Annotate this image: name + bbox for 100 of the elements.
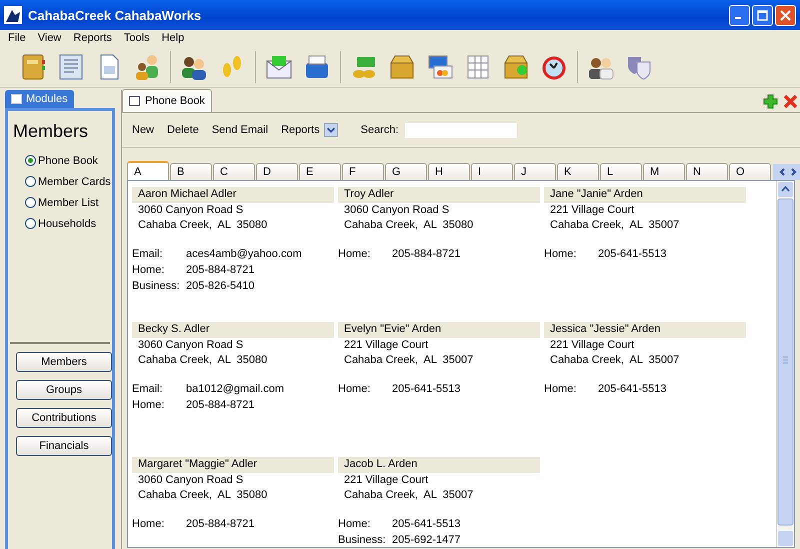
contact-name: Evelyn "Evie" Arden [338,322,540,338]
menu-item[interactable]: Tools [118,32,156,44]
field-value: 205-641-5513 [598,382,668,396]
field-value: 205-641-5513 [598,247,668,261]
module-button[interactable]: Financials [16,436,112,456]
field-label: Home: [338,517,372,531]
address-line: Cahaba Creek, AL 35007 [550,218,680,233]
letter-tab[interactable]: O [729,163,771,180]
field-label: Email: [132,382,164,396]
field-label: Home: [338,247,372,261]
add-icon[interactable] [763,94,778,109]
minimize-button[interactable] [729,4,750,26]
maximize-button[interactable] [752,4,773,26]
address-line: Cahaba Creek, AL 35007 [550,353,680,368]
field-value: 205-826-5410 [186,279,256,293]
chevron-down-icon [324,123,338,137]
address-line: 3060 Canyon Road S [138,203,244,218]
field-label: Home: [132,398,166,412]
toolbar-button[interactable]: New [132,124,162,136]
address-line: Cahaba Creek, AL 35007 [344,353,474,368]
module-button[interactable]: Contributions [16,408,112,428]
address-line: Cahaba Creek, AL 35080 [138,218,268,233]
toolbar-button[interactable]: Delete [167,124,206,136]
field-value: 205-884-8721 [186,263,256,277]
menu-item[interactable]: Help [156,32,190,44]
letter-tab[interactable]: M [643,163,685,180]
contact-name: Jane "Janie" Arden [544,187,746,203]
letter-tab[interactable]: D [256,163,298,180]
window-title: CahabaCreek CahabaWorks [28,8,202,22]
letter-tab[interactable]: A [127,161,169,180]
close-icon[interactable] [783,94,798,109]
letter-tab[interactable]: L [600,163,642,180]
toolbar-button[interactable]: Send Email [212,124,276,136]
search-field[interactable] [404,122,517,138]
module-button[interactable]: Groups [16,380,112,400]
view-radio[interactable]: Phone Book [25,150,112,171]
address-line: 221 Village Court [550,203,636,218]
contact-name: Troy Adler [338,187,540,203]
modules-tab[interactable]: Modules [5,90,74,108]
view-radio[interactable]: Member Cards [25,171,112,192]
maximize-icon [757,10,768,20]
scrollbar[interactable] [776,181,794,547]
contact-name: Margaret "Maggie" Adler [132,457,334,473]
module-button[interactable]: Members [16,352,112,372]
field-value: 205-884-8721 [186,517,256,531]
address-line: 221 Village Court [550,338,636,353]
letter-tab[interactable]: K [557,163,599,180]
reports-dropdown[interactable]: Reports [281,123,345,137]
section-heading: Members [13,121,90,142]
view-radio[interactable]: Households [25,213,112,234]
letter-tab[interactable]: C [213,163,255,180]
letter-tab[interactable]: F [342,163,384,180]
logo-icon [4,6,22,24]
letter-tab[interactable]: J [514,163,556,180]
address-line: Cahaba Creek, AL 35080 [138,488,268,503]
contact-name: Jacob L. Arden [338,457,540,473]
menu-item[interactable]: View [32,32,68,44]
address-line: 3060 Canyon Road S [138,338,244,353]
letter-tab[interactable]: I [471,163,513,180]
field-label: Home: [544,382,578,396]
close-button[interactable] [775,4,796,26]
contact-name: Becky S. Adler [132,322,334,338]
field-label: Home: [132,263,166,277]
document-tab[interactable]: Phone Book [122,89,212,112]
address-line: 221 Village Court [344,473,430,488]
field-label: Business: [338,533,387,547]
menu-item[interactable]: File [2,32,32,44]
field-value: 205-692-1477 [392,533,462,547]
window-icon [11,94,22,104]
search-label: Search: [360,124,399,136]
field-label: Home: [132,517,166,531]
address-line: Cahaba Creek, AL 35080 [344,218,474,233]
address-line: 3060 Canyon Road S [138,473,244,488]
contact-name: Aaron Michael Adler [132,187,334,203]
tab-scroll-arrows-icon[interactable] [773,164,800,180]
address-line: 3060 Canyon Road S [344,203,450,218]
field-label: Home: [544,247,578,261]
address-line: 221 Village Court [344,338,430,353]
letter-tab[interactable]: G [385,163,427,180]
field-label: Email: [132,247,164,261]
contact-name: Jessica "Jessie" Arden [544,322,746,338]
field-value: ba1012@gmail.com [186,382,285,396]
view-radio[interactable]: Member List [25,192,112,213]
address-line: Cahaba Creek, AL 35007 [344,488,474,503]
letter-tab[interactable]: H [428,163,470,180]
letter-tab[interactable]: E [299,163,341,180]
letter-tab[interactable]: N [686,163,728,180]
address-line: Cahaba Creek, AL 35080 [138,353,268,368]
field-value: 205-641-5513 [392,517,462,531]
menu-item[interactable]: Reports [67,32,118,44]
field-label: Home: [338,382,372,396]
field-value: aces4amb@yahoo.com [186,247,303,261]
field-label: Business: [132,279,181,293]
field-value: 205-884-8721 [392,247,462,261]
close-icon [780,10,791,20]
field-value: 205-884-8721 [186,398,256,412]
minimize-icon [735,17,741,19]
letter-tab[interactable]: B [170,163,212,180]
window-icon [129,96,140,106]
field-value: 205-641-5513 [392,382,462,396]
